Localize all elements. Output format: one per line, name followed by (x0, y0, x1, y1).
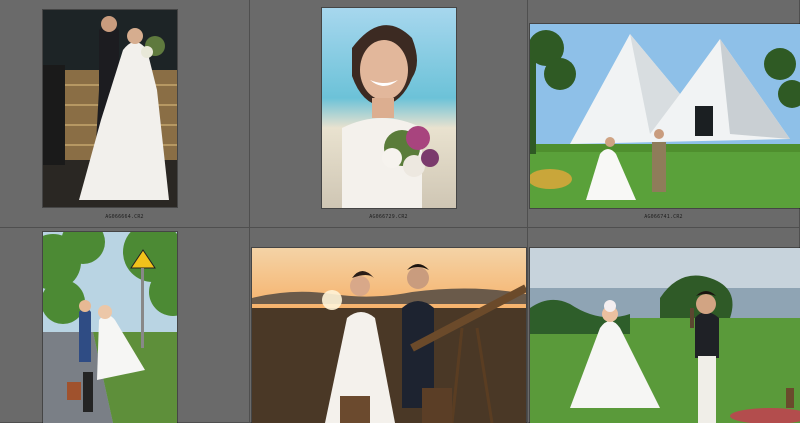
grid-cell-5[interactable] (250, 228, 528, 423)
grid-cell-1[interactable]: AG066664.CR2 (0, 0, 250, 228)
thumbnail-grid: AG066664.CR2 AG066729.CR2 AG066741.CR2 (0, 0, 800, 423)
grid-cell-2[interactable]: AG066729.CR2 (250, 0, 528, 228)
grid-cell-6[interactable] (528, 228, 800, 423)
photo-thumbnail-4[interactable] (43, 232, 177, 423)
photo-thumbnail-6[interactable] (530, 248, 800, 423)
thumbnail-filename-3: AG066741.CR2 (644, 214, 683, 220)
thumbnail-filename-2: AG066729.CR2 (369, 214, 408, 220)
grid-cell-3[interactable]: AG066741.CR2 (528, 0, 800, 228)
photo-thumbnail-1[interactable] (43, 10, 177, 207)
photo-thumbnail-5[interactable] (252, 248, 526, 423)
photo-thumbnail-3[interactable] (530, 24, 800, 208)
thumbnail-filename-1: AG066664.CR2 (105, 214, 144, 220)
photo-thumbnail-2[interactable] (322, 8, 456, 208)
grid-cell-4[interactable] (0, 228, 250, 423)
